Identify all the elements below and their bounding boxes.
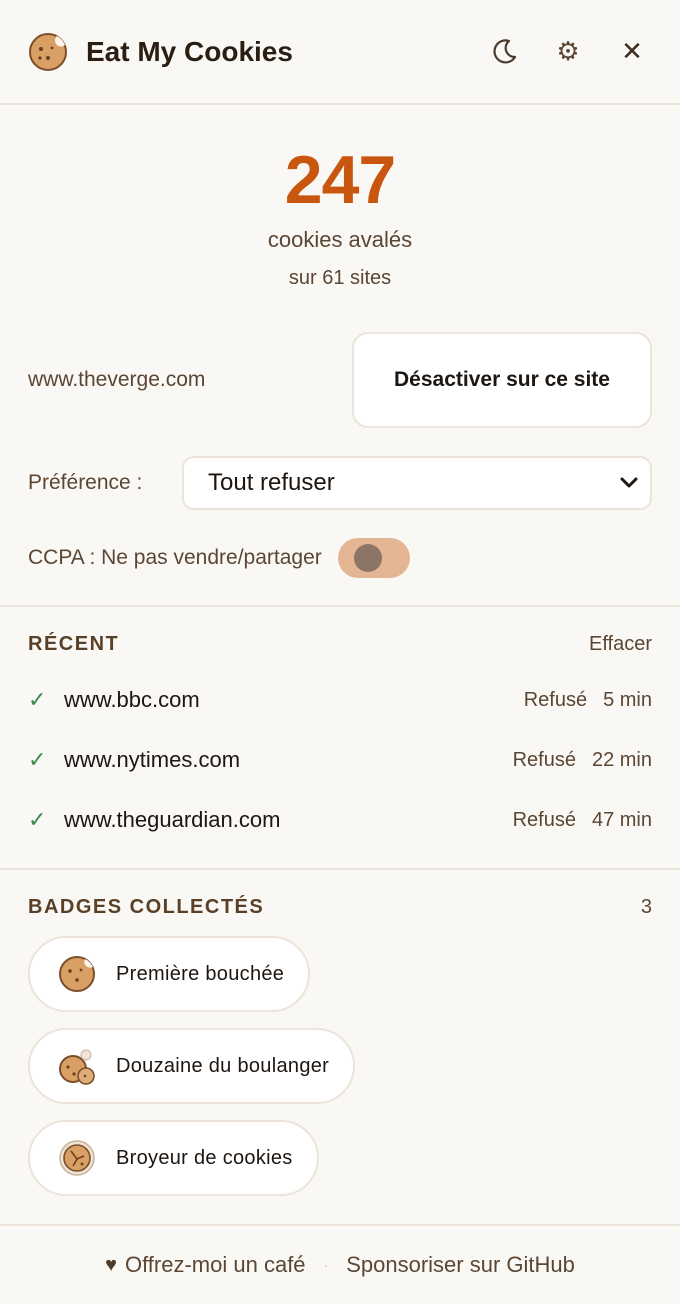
preference-selected-value: Tout refuser: [208, 469, 335, 496]
cookie-count: 247: [284, 142, 396, 218]
close-icon: ✕: [621, 36, 643, 66]
recent-title: RÉCENT: [28, 632, 120, 655]
header: Eat My Cookies ⚙ ✕: [0, 0, 680, 105]
recent-list: ✓ www.bbc.com Refusé 5 min ✓ www.nytimes…: [28, 670, 652, 850]
list-item: ✓ www.bbc.com Refusé 5 min: [28, 670, 652, 730]
disable-on-site-button[interactable]: Désactiver sur ce site: [352, 332, 652, 428]
count-label: cookies avalés: [267, 227, 413, 252]
divider: [0, 868, 680, 870]
badge-list: Première bouchée Douzaine du boulanger B…: [28, 936, 356, 1212]
github-sponsor-link[interactable]: Sponsoriser sur GitHub: [346, 1252, 575, 1278]
check-icon: ✓: [28, 687, 47, 712]
ccpa-label: CCPA : Ne pas vendre/partager: [28, 546, 322, 569]
badge-label: Première bouchée: [116, 962, 285, 985]
theme-toggle-button[interactable]: [484, 32, 524, 72]
badge-cookie-crusher[interactable]: Broyeur de cookies: [28, 1120, 319, 1196]
badges-title: BADGES COLLECTÉS: [28, 895, 265, 918]
check-icon: ✓: [28, 747, 47, 772]
recent-domain: www.nytimes.com: [64, 747, 241, 772]
clear-recent-button[interactable]: Effacer: [589, 633, 652, 656]
cookie-stack-icon: [59, 1049, 95, 1085]
cookie-bite-icon: [59, 956, 95, 992]
recent-domain: www.theguardian.com: [64, 807, 281, 832]
gear-icon: ⚙: [556, 36, 580, 66]
footer: ♥ Offrez-moi un café · Sponsoriser sur G…: [0, 1226, 680, 1304]
preference-row: Préférence : Tout refuser: [28, 456, 652, 510]
recent-status: Refusé: [523, 688, 588, 711]
cookie-crumble-icon: [59, 1140, 95, 1176]
sites-label: sur 61 sites: [288, 267, 392, 289]
preference-label: Préférence :: [28, 471, 143, 494]
toggle-knob: [353, 544, 382, 572]
check-icon: ✓: [28, 807, 47, 832]
divider: [0, 605, 680, 607]
badges-count: 3: [640, 895, 652, 918]
ccpa-toggle[interactable]: [337, 538, 410, 578]
recent-status: Refusé: [512, 748, 576, 771]
moon-icon: [493, 38, 517, 64]
ccpa-row: CCPA : Ne pas vendre/partager: [28, 536, 410, 580]
chevron-down-icon: [620, 477, 638, 488]
settings-button[interactable]: ⚙: [548, 32, 588, 72]
close-button[interactable]: ✕: [612, 32, 652, 72]
current-site-domain: www.theverge.com: [28, 368, 206, 391]
badge-bakers-dozen[interactable]: Douzaine du boulanger: [28, 1028, 356, 1104]
list-item: ✓ www.nytimes.com Refusé 22 min: [28, 730, 652, 790]
app-title: Eat My Cookies: [86, 35, 293, 67]
buy-coffee-link[interactable]: ♥ Offrez-moi un café: [105, 1252, 305, 1278]
badge-label: Broyeur de cookies: [116, 1146, 293, 1169]
recent-time: 47 min: [591, 808, 652, 831]
list-item: ✓ www.theguardian.com Refusé 47 min: [28, 790, 652, 850]
badge-label: Douzaine du boulanger: [116, 1054, 330, 1077]
preference-select[interactable]: Tout refuser: [182, 456, 652, 510]
recent-time: 5 min: [603, 688, 652, 711]
recent-domain: www.bbc.com: [64, 687, 200, 712]
current-site-row: www.theverge.com Désactiver sur ce site: [28, 332, 652, 428]
cookie-icon: [29, 32, 67, 71]
badges-header: BADGES COLLECTÉS 3: [28, 893, 652, 921]
recent-header: RÉCENT Effacer: [28, 630, 652, 658]
recent-status: Refusé: [512, 808, 576, 831]
footer-separator: ·: [323, 1257, 329, 1273]
recent-time: 22 min: [591, 748, 652, 771]
buy-coffee-label: Offrez-moi un café: [124, 1252, 306, 1277]
badge-first-bite[interactable]: Première bouchée: [28, 936, 311, 1012]
heart-icon: ♥: [105, 1253, 117, 1276]
